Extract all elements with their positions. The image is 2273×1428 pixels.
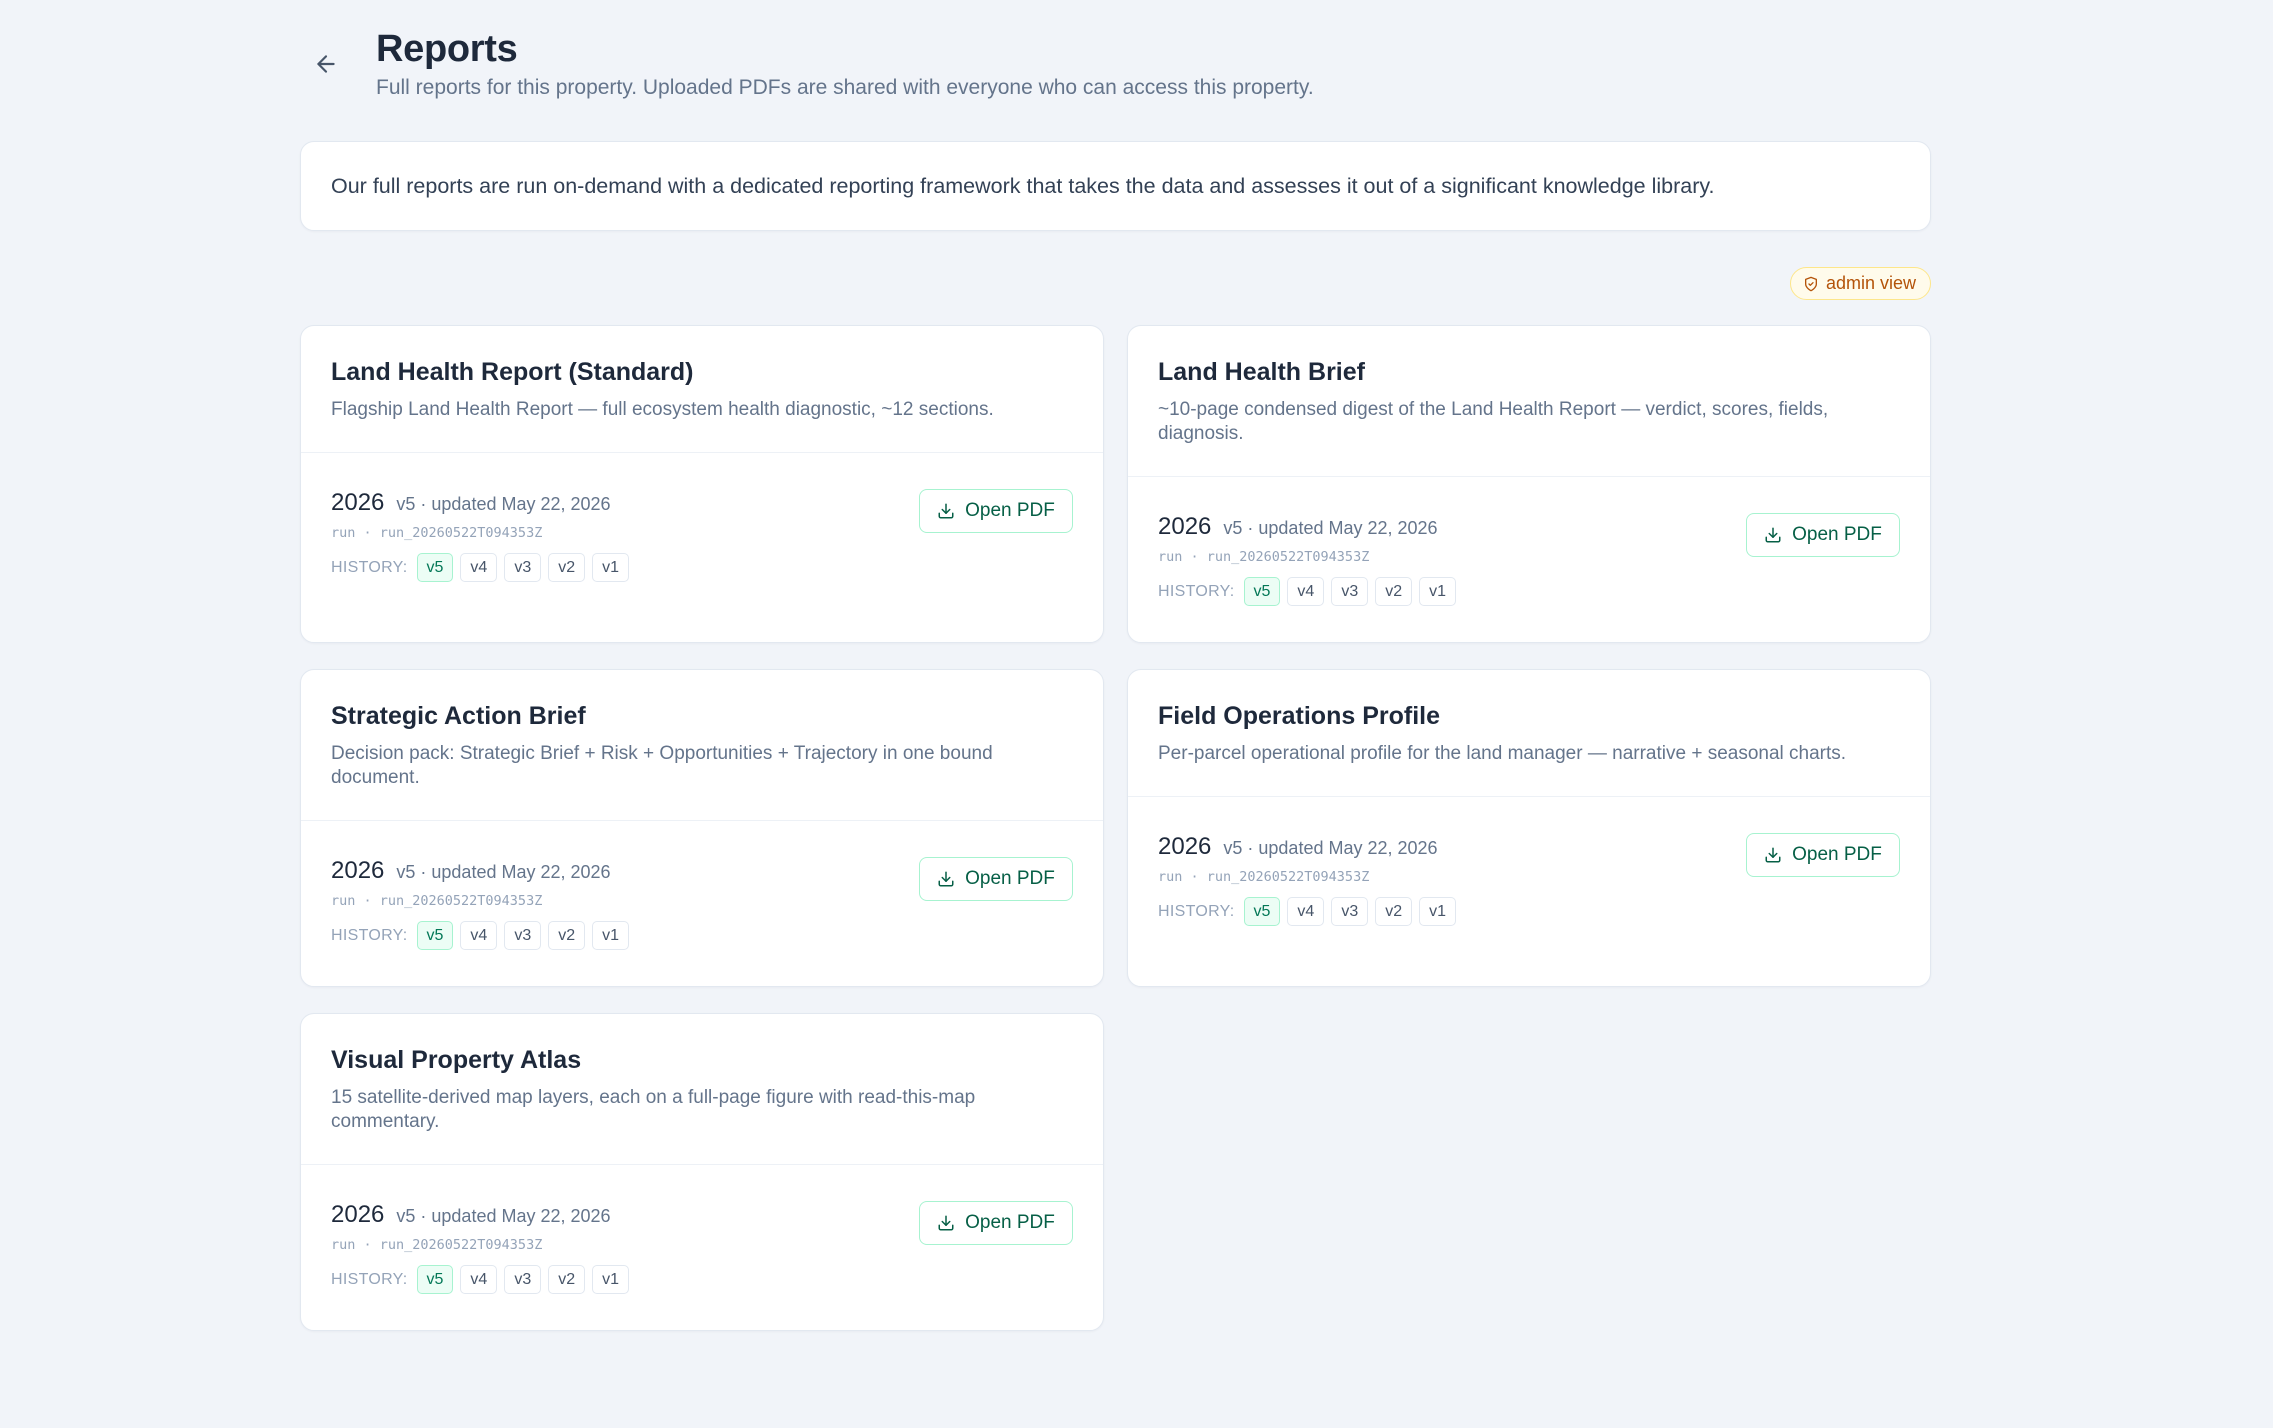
page-header: Reports Full reports for this property. …	[300, 0, 1931, 140]
intro-panel: Our full reports are run on-demand with …	[300, 141, 1931, 231]
report-card-header: Visual Property Atlas 15 satellite-deriv…	[301, 1014, 1103, 1165]
version-chip-v1[interactable]: v1	[592, 553, 630, 582]
version-chip-v1[interactable]: v1	[1419, 577, 1457, 606]
history-label: HISTORY:	[1158, 902, 1235, 920]
version-chip-v4[interactable]: v4	[1287, 897, 1325, 926]
version-chip-v1[interactable]: v1	[592, 1265, 630, 1294]
version-history: HISTORY: v5 v4 v3 v2 v1	[331, 921, 1073, 950]
page-subtitle: Full reports for this property. Uploaded…	[376, 76, 1314, 99]
open-pdf-label: Open PDF	[965, 868, 1055, 889]
version-chip-v4[interactable]: v4	[460, 1265, 498, 1294]
report-card: Land Health Report (Standard) Flagship L…	[300, 325, 1104, 643]
report-title: Land Health Brief	[1158, 358, 1365, 386]
version-chip-v2[interactable]: v2	[548, 1265, 586, 1294]
report-year: 2026	[1158, 833, 1212, 860]
report-card-body: 2026 v5 · updated May 22, 2026 run · run…	[301, 1165, 1103, 1294]
history-label: HISTORY:	[1158, 582, 1235, 600]
report-card-body: 2026 v5 · updated May 22, 2026 run · run…	[301, 453, 1103, 582]
open-pdf-button[interactable]: Open PDF	[919, 857, 1073, 901]
open-pdf-label: Open PDF	[965, 500, 1055, 521]
version-chip-v1[interactable]: v1	[592, 921, 630, 950]
shield-icon	[1804, 276, 1817, 291]
open-pdf-label: Open PDF	[965, 1212, 1055, 1233]
history-label: HISTORY:	[331, 1270, 408, 1288]
open-pdf-button[interactable]: Open PDF	[1746, 833, 1900, 877]
version-meta: v5 · updated May 22, 2026	[1223, 838, 1438, 858]
report-card-body: 2026 v5 · updated May 22, 2026 run · run…	[1128, 797, 1930, 926]
report-card-body: 2026 v5 · updated May 22, 2026 run · run…	[1128, 477, 1930, 606]
report-card-header: Strategic Action Brief Decision pack: St…	[301, 670, 1103, 821]
version-chip-v3[interactable]: v3	[1331, 577, 1369, 606]
version-chip-v3[interactable]: v3	[1331, 897, 1369, 926]
report-card: Land Health Brief ~10-page condensed dig…	[1127, 325, 1931, 643]
version-meta: v5 · updated May 22, 2026	[396, 494, 611, 514]
report-description: 15 satellite-derived map layers, each on…	[331, 1087, 976, 1132]
open-pdf-label: Open PDF	[1792, 524, 1882, 545]
version-chip-v3[interactable]: v3	[504, 1265, 542, 1294]
version-meta: v5 · updated May 22, 2026	[396, 1206, 611, 1226]
version-chip-v4[interactable]: v4	[1287, 577, 1325, 606]
history-label: HISTORY:	[331, 926, 408, 944]
version-history: HISTORY: v5 v4 v3 v2 v1	[331, 1265, 1073, 1294]
version-chip-v2[interactable]: v2	[1375, 897, 1413, 926]
reports-page: Reports Full reports for this property. …	[300, 0, 1931, 1331]
page-title: Reports	[376, 28, 518, 70]
report-year: 2026	[331, 489, 385, 516]
version-chip-v5[interactable]: v5	[1243, 897, 1281, 926]
report-title: Visual Property Atlas	[331, 1046, 582, 1074]
open-pdf-button[interactable]: Open PDF	[1746, 513, 1900, 557]
report-card-body: 2026 v5 · updated May 22, 2026 run · run…	[301, 821, 1103, 950]
download-icon	[938, 871, 954, 887]
download-icon	[938, 503, 954, 519]
report-card: Strategic Action Brief Decision pack: St…	[300, 669, 1104, 987]
version-chip-v5[interactable]: v5	[1243, 577, 1281, 606]
version-chip-v1[interactable]: v1	[1419, 897, 1457, 926]
report-description: Decision pack: Strategic Brief + Risk + …	[331, 743, 993, 788]
version-chip-v4[interactable]: v4	[460, 921, 498, 950]
version-chip-v2[interactable]: v2	[548, 553, 586, 582]
version-chip-v5[interactable]: v5	[416, 553, 454, 582]
version-history: HISTORY: v5 v4 v3 v2 v1	[331, 553, 1073, 582]
version-chip-v2[interactable]: v2	[1375, 577, 1413, 606]
report-year: 2026	[331, 857, 385, 884]
open-pdf-button[interactable]: Open PDF	[919, 1201, 1073, 1245]
report-card-header: Land Health Report (Standard) Flagship L…	[301, 326, 1103, 453]
download-icon	[1765, 847, 1781, 863]
version-meta: v5 · updated May 22, 2026	[1223, 518, 1438, 538]
report-card-header: Field Operations Profile Per-parcel oper…	[1128, 670, 1930, 797]
report-description: Flagship Land Health Report — full ecosy…	[331, 399, 994, 420]
report-title: Strategic Action Brief	[331, 702, 586, 730]
version-history: HISTORY: v5 v4 v3 v2 v1	[1158, 897, 1900, 926]
open-pdf-button[interactable]: Open PDF	[919, 489, 1073, 533]
admin-view-label: admin view	[1825, 273, 1916, 293]
history-label: HISTORY:	[331, 558, 408, 576]
report-card-header: Land Health Brief ~10-page condensed dig…	[1128, 326, 1930, 477]
report-description: Per-parcel operational profile for the l…	[1158, 743, 1847, 764]
download-icon	[938, 1215, 954, 1231]
version-chip-v5[interactable]: v5	[416, 921, 454, 950]
intro-text: Our full reports are run on-demand with …	[331, 173, 1715, 198]
report-title: Land Health Report (Standard)	[331, 358, 694, 386]
back-button[interactable]	[310, 46, 342, 82]
report-card: Visual Property Atlas 15 satellite-deriv…	[300, 1013, 1104, 1331]
version-chip-v4[interactable]: v4	[460, 553, 498, 582]
version-history: HISTORY: v5 v4 v3 v2 v1	[1158, 577, 1900, 606]
report-year: 2026	[331, 1201, 385, 1228]
arrow-left-icon	[317, 55, 335, 73]
open-pdf-label: Open PDF	[1792, 844, 1882, 865]
report-title: Field Operations Profile	[1158, 702, 1440, 730]
report-card: Field Operations Profile Per-parcel oper…	[1127, 669, 1931, 987]
version-chip-v5[interactable]: v5	[416, 1265, 454, 1294]
version-chip-v3[interactable]: v3	[504, 921, 542, 950]
version-chip-v2[interactable]: v2	[548, 921, 586, 950]
download-icon	[1765, 527, 1781, 543]
admin-view-badge: admin view	[1789, 267, 1931, 300]
version-chip-v3[interactable]: v3	[504, 553, 542, 582]
report-year: 2026	[1158, 513, 1212, 540]
version-meta: v5 · updated May 22, 2026	[396, 862, 611, 882]
report-description: ~10-page condensed digest of the Land He…	[1158, 399, 1829, 444]
